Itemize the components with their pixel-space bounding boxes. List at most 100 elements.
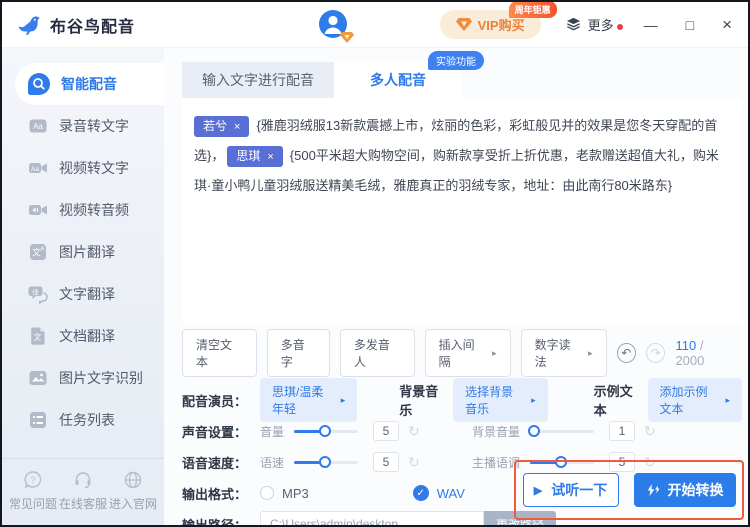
faq-label: 常见问题: [9, 495, 57, 512]
sidebar-item-task-list[interactable]: 任务列表: [2, 399, 164, 441]
output-path-label: 输出路径：: [182, 515, 260, 527]
tab-text-dubbing[interactable]: 输入文字进行配音: [182, 62, 334, 98]
polyphonic-button[interactable]: 多音字: [267, 329, 330, 377]
start-convert-button[interactable]: 开始转换: [634, 473, 736, 507]
sound-settings-row: 声音设置： 音量 5 ↻ 背景音量 1 ↻: [182, 419, 742, 443]
bgm-volume-value[interactable]: 1: [609, 421, 635, 441]
volume-value[interactable]: 5: [373, 421, 399, 441]
format-option-wav[interactable]: ✓ WAV: [413, 485, 465, 501]
video-to-audio-icon: [28, 200, 48, 220]
number-reading-button[interactable]: 数字读法 ▸: [521, 329, 607, 377]
format-option-label: MP3: [282, 486, 309, 501]
online-service-label: 在线客服: [59, 495, 107, 512]
faq-link[interactable]: ? 常见问题: [9, 470, 57, 512]
format-option-mp3[interactable]: MP3: [260, 486, 309, 501]
sidebar-item-label: 图片翻译: [59, 242, 115, 262]
sidebar-item-label: 图片文字识别: [59, 368, 143, 388]
sidebar-item-video-to-text[interactable]: Aa 视频转文字: [2, 147, 164, 189]
number-reading-label: 数字读法: [535, 336, 581, 370]
speaker-tag[interactable]: 思琪 ×: [227, 146, 282, 167]
reset-icon[interactable]: ↻: [408, 423, 420, 440]
vip-buy-button[interactable]: VIP购买 周年钜惠: [440, 10, 541, 39]
voice-actor-label: 配音演员：: [182, 391, 260, 410]
sidebar-item-label: 任务列表: [59, 410, 115, 430]
user-avatar[interactable]: [318, 9, 350, 41]
char-count-separator: /: [700, 338, 704, 353]
output-path-input[interactable]: [260, 511, 484, 527]
preview-label: 试听一下: [551, 480, 607, 500]
radio-checked-icon: ✓: [413, 485, 429, 501]
svg-text:A: A: [40, 247, 44, 253]
slider-thumb[interactable]: [528, 425, 540, 437]
sidebar-item-label: 智能配音: [61, 74, 117, 94]
bgm-volume-slider[interactable]: [530, 430, 594, 433]
maximize-button[interactable]: □: [686, 17, 694, 33]
official-site-link[interactable]: 进入官网: [109, 470, 157, 512]
slider-thumb[interactable]: [319, 425, 331, 437]
sidebar-item-image-ocr[interactable]: 图片文字识别: [2, 357, 164, 399]
char-count-current: 110: [675, 338, 696, 353]
text-translate-icon: 译: [28, 284, 48, 304]
anniversary-badge: 周年钜惠: [509, 1, 557, 18]
undo-icon[interactable]: ↶: [617, 343, 636, 363]
add-sample-text-label: 添加示例文本: [660, 383, 719, 417]
sidebar-item-doc-translate[interactable]: 文 文档翻译: [2, 315, 164, 357]
insert-pause-button[interactable]: 插入间隔 ▸: [425, 329, 511, 377]
sidebar-item-image-translate[interactable]: 文A 图片翻译: [2, 231, 164, 273]
svg-text:Aa: Aa: [31, 166, 39, 173]
sidebar-item-audio-to-text[interactable]: Aa 录音转文字: [2, 105, 164, 147]
svg-text:文: 文: [34, 332, 42, 342]
voice-actor-value: 思琪/温柔年轻: [272, 383, 334, 417]
rate-value[interactable]: 5: [373, 452, 399, 472]
speaker-tag[interactable]: 若兮×: [194, 116, 249, 137]
volume-slider[interactable]: [294, 430, 358, 433]
dropdown-arrow-icon: ▸: [341, 395, 346, 406]
remove-tag-icon[interactable]: ×: [234, 121, 240, 133]
online-service-link[interactable]: 在线客服: [59, 470, 107, 512]
task-list-icon: [28, 410, 48, 430]
dropdown-arrow-icon: ▸: [588, 348, 593, 359]
headset-icon: [73, 470, 93, 490]
titlebar: 布谷鸟配音 VIP购买 周年钜惠 更多: [2, 2, 748, 48]
rate-slider[interactable]: [294, 461, 358, 464]
redo-icon[interactable]: ↷: [646, 343, 665, 363]
official-site-label: 进入官网: [109, 495, 157, 512]
sidebar-item-video-to-audio[interactable]: 视频转音频: [2, 189, 164, 231]
remove-tag-icon[interactable]: ×: [267, 151, 273, 163]
speaker-tag-name: 思琪: [236, 149, 260, 163]
sidebar-item-smart-dubbing[interactable]: 智能配音: [15, 63, 164, 105]
bgm-select-button[interactable]: 选择背景音乐 ▸: [453, 378, 547, 422]
voice-actor-select[interactable]: 思琪/温柔年轻 ▸: [260, 378, 357, 422]
sidebar-item-label: 视频转文字: [59, 158, 129, 178]
add-sample-text-button[interactable]: 添加示例文本 ▸: [648, 378, 742, 422]
close-button[interactable]: ×: [722, 15, 732, 35]
app-window: 布谷鸟配音 VIP购买 周年钜惠 更多: [0, 0, 750, 527]
reset-icon[interactable]: ↻: [644, 423, 656, 440]
char-count-total: 2000: [675, 353, 704, 368]
output-format-label: 输出格式：: [182, 484, 260, 503]
preview-button[interactable]: ▶ 试听一下: [523, 473, 619, 507]
reset-icon[interactable]: ↻: [408, 454, 420, 471]
editor-toolbar: 清空文本 多音字 多发音人 插入间隔 ▸ 数字读法 ▸ ↶ ↷ 110 / 20…: [182, 329, 742, 377]
minimize-button[interactable]: —: [644, 17, 658, 33]
image-ocr-icon: [28, 368, 48, 388]
svg-text:?: ?: [30, 475, 35, 485]
experimental-feature-badge: 实验功能: [428, 51, 484, 70]
dubbing-text-editor[interactable]: 若兮×{雅鹿羽绒服13新款震撼上市，炫丽的色彩，彩虹般见并的效果是您冬天穿配的首…: [182, 98, 742, 324]
audio-to-text-icon: Aa: [28, 116, 48, 136]
bird-logo-icon: [16, 12, 42, 38]
voice-actor-row: 配音演员： 思琪/温柔年轻 ▸ 背景音乐 选择背景音乐 ▸ 示例文本 添加示例文…: [182, 388, 742, 412]
tab-multi-speaker-dubbing[interactable]: 多人配音 实验功能: [334, 62, 462, 98]
vip-gem-icon: [456, 18, 472, 31]
sample-text-label: 示例文本: [594, 381, 638, 419]
speed-settings-label: 语音速度：: [182, 453, 260, 472]
more-menu-button[interactable]: 更多: [565, 15, 614, 34]
multi-speaker-button[interactable]: 多发音人: [340, 329, 415, 377]
notification-dot: [617, 24, 623, 30]
sound-settings-label: 声音设置：: [182, 422, 260, 441]
sidebar-item-text-translate[interactable]: 译 文字翻译: [2, 273, 164, 315]
insert-pause-label: 插入间隔: [439, 336, 485, 370]
clear-text-button[interactable]: 清空文本: [182, 329, 257, 377]
doc-translate-icon: 文: [28, 326, 48, 346]
slider-thumb[interactable]: [319, 456, 331, 468]
